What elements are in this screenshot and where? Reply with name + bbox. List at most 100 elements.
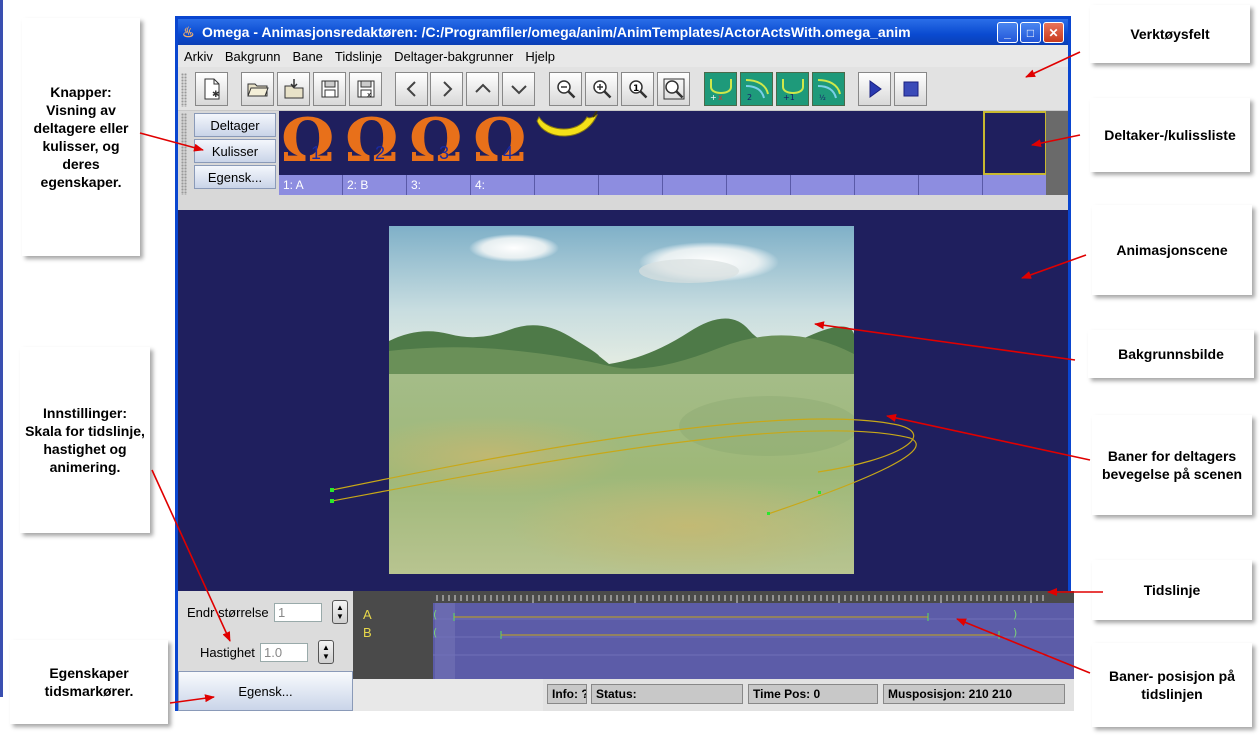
callout-path-positions: Baner- posisjon på tidslinjen — [1092, 643, 1252, 727]
zoom-in-icon[interactable] — [585, 72, 618, 106]
callout-timeline: Tidslinje — [1092, 560, 1252, 620]
actor-label-row: 1: A 2: B 3: 4: — [279, 175, 983, 195]
track-name: A — [363, 607, 372, 622]
properties-button[interactable]: Egensk... — [194, 165, 276, 189]
timeline-canvas[interactable]: ( ( ) ) — [433, 591, 1074, 679]
speed-spinner[interactable]: ▲ ▼ — [318, 640, 334, 664]
strip-scrollbar[interactable] — [1046, 111, 1068, 195]
speed-input[interactable]: 1.0 — [260, 643, 308, 662]
path-two-icon[interactable]: 2 — [740, 72, 773, 106]
toolbar: ✱ x 1 + x 2 +1 ½ — [178, 67, 1068, 111]
window-title: Omega - Animasjonsredaktøren: /C:/Progra… — [202, 24, 911, 40]
svg-text:): ) — [1013, 626, 1017, 639]
marker-properties-button[interactable]: Egensk... — [178, 671, 353, 711]
zoom-actual-icon[interactable]: 1 — [621, 72, 654, 106]
actor-label — [663, 175, 727, 195]
callout-background: Bakgrunnsbilde — [1088, 330, 1254, 378]
actor-label — [599, 175, 663, 195]
omega-icon: Ω — [345, 106, 399, 176]
arrow-right-icon[interactable] — [430, 72, 463, 106]
actor-label: 4: — [471, 175, 535, 195]
status-field: Status: — [591, 684, 743, 704]
actor-label — [727, 175, 791, 195]
callout-marker-properties: Egenskaper tidsmarkører. — [10, 640, 168, 724]
status-bar: Info: ? Status: Time Pos: 0 Musposisjon:… — [543, 679, 1074, 711]
selected-slot-label — [983, 175, 1047, 195]
omega-icon: Ω — [281, 106, 335, 176]
size-input[interactable]: 1 — [274, 603, 322, 622]
zoom-out-icon[interactable] — [549, 72, 582, 106]
menu-arkiv[interactable]: Arkiv — [178, 49, 219, 64]
save-as-icon[interactable]: x — [349, 72, 382, 106]
svg-text:✱: ✱ — [212, 90, 220, 100]
toolbar-grip[interactable] — [181, 73, 187, 107]
arrow-up-icon[interactable] — [466, 72, 499, 106]
actor-item[interactable]: Ω 2 — [343, 107, 407, 175]
zoom-fit-icon[interactable] — [657, 72, 690, 106]
callout-buttons: Knapper: Visning av deltagere eller kuli… — [22, 18, 140, 256]
menu-bane[interactable]: Bane — [287, 49, 329, 64]
save-icon[interactable] — [313, 72, 346, 106]
maximize-button[interactable]: □ — [1020, 22, 1041, 43]
menu-bar: Arkiv Bakgrunn Bane Tidslinje Deltager-b… — [178, 45, 1068, 67]
menu-deltager-bakgrunner[interactable]: Deltager-bakgrunner — [388, 49, 519, 64]
svg-text:x: x — [718, 93, 723, 102]
selected-slot[interactable] — [983, 111, 1047, 175]
arrow-down-icon[interactable] — [502, 72, 535, 106]
actor-number: 3 — [439, 143, 450, 163]
omega-icon: Ω — [473, 106, 527, 176]
callout-toolbar: Verktøysfelt — [1090, 5, 1250, 63]
actor-item[interactable]: Ω 1 — [279, 107, 343, 175]
timeline[interactable]: A B ( ( ) ) — [353, 591, 1074, 679]
svg-text:(: ( — [433, 626, 437, 639]
java-icon: ♨ — [182, 24, 195, 40]
path-delete-icon[interactable]: + x — [704, 72, 737, 106]
actor-item[interactable]: Ω 4 — [471, 107, 535, 175]
actor-number: 1 — [311, 143, 322, 163]
svg-text:): ) — [1013, 608, 1017, 621]
size-spinner[interactable]: ▲ ▼ — [332, 600, 348, 624]
import-icon[interactable] — [277, 72, 310, 106]
info-field: Info: ? — [547, 684, 587, 704]
arrow-left-icon[interactable] — [395, 72, 428, 106]
new-file-icon[interactable]: ✱ — [195, 72, 228, 106]
size-label: Endr størrelse — [187, 605, 269, 620]
actor-item[interactable]: Ω 3 — [407, 107, 471, 175]
banana-item[interactable] — [535, 110, 599, 175]
minimize-button[interactable]: _ — [997, 22, 1018, 43]
actor-label — [855, 175, 919, 195]
callout-paths: Baner for deltagers bevegelse på scenen — [1092, 415, 1252, 515]
actor-label: 1: A — [279, 175, 343, 195]
callout-scene: Animasjonscene — [1092, 205, 1252, 295]
actor-label — [919, 175, 983, 195]
timeline-track-names: A B — [353, 591, 433, 679]
title-bar: ♨ Omega - Animasjonsredaktøren: /C:/Prog… — [178, 19, 1068, 45]
app-window: ♨ Omega - Animasjonsredaktøren: /C:/Prog… — [175, 16, 1074, 711]
menu-tidslinje[interactable]: Tidslinje — [329, 49, 388, 64]
actor-list: Ω 1 Ω 2 Ω 3 Ω 4 1: A 2: B 3: 4: — [279, 107, 1049, 195]
actor-number: 2 — [375, 143, 386, 163]
motion-paths[interactable] — [178, 210, 1068, 591]
animation-scene[interactable] — [178, 210, 1068, 591]
svg-text:+1: +1 — [783, 93, 795, 102]
banana-icon — [536, 110, 598, 137]
status-left-area — [353, 679, 543, 711]
svg-text:½: ½ — [819, 94, 826, 102]
track-name: B — [363, 625, 372, 640]
participants-button[interactable]: Deltager — [194, 113, 276, 137]
omega-icon: Ω — [409, 106, 463, 176]
play-icon[interactable] — [858, 72, 891, 106]
svg-text:x: x — [367, 91, 371, 99]
open-folder-icon[interactable] — [241, 72, 274, 106]
mouse-pos-field: Musposisjon: 210 210 — [883, 684, 1065, 704]
scenery-button[interactable]: Kulisser — [194, 139, 276, 163]
path-half-icon[interactable]: ½ — [812, 72, 845, 106]
menu-bakgrunn[interactable]: Bakgrunn — [219, 49, 287, 64]
path-add-icon[interactable]: +1 — [776, 72, 809, 106]
stop-icon[interactable] — [894, 72, 927, 106]
close-button[interactable]: ✕ — [1043, 22, 1064, 43]
menu-hjelp[interactable]: Hjelp — [519, 49, 561, 64]
strip-grip[interactable] — [181, 113, 187, 195]
time-pos-field: Time Pos: 0 — [748, 684, 878, 704]
svg-text:+: + — [710, 93, 717, 102]
